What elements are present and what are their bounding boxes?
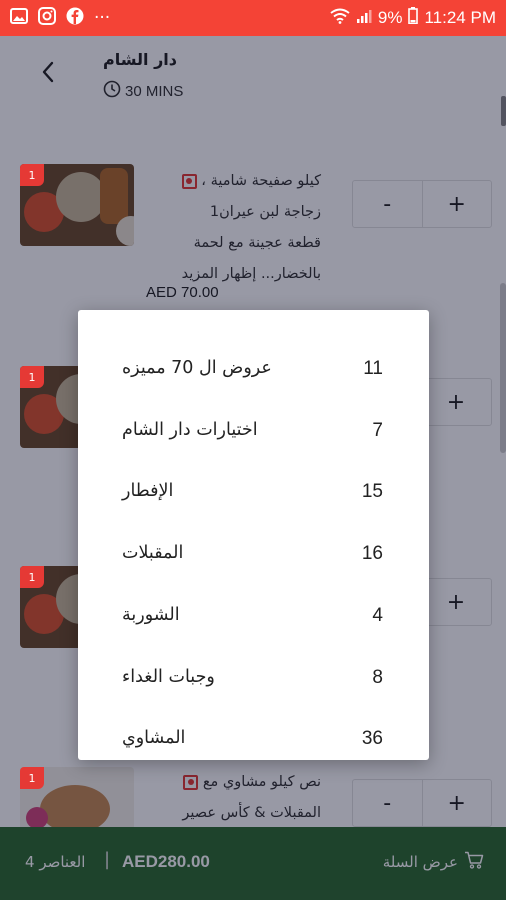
category-name: الإفطار (122, 481, 174, 501)
category-item[interactable]: اختيارات دار الشام 7 (78, 404, 429, 466)
wifi-icon (330, 8, 350, 29)
category-item[interactable]: الشوربة 4 (78, 589, 429, 651)
category-item[interactable]: الإفطار 15 (78, 465, 429, 527)
category-count: 16 (361, 543, 383, 564)
category-count: 15 (361, 481, 383, 502)
quantity-badge: 1 (20, 767, 44, 789)
category-count: 11 (363, 358, 383, 379)
gallery-icon (10, 7, 28, 29)
category-count: 4 (372, 605, 383, 626)
quantity-badge: 1 (20, 366, 44, 388)
battery-percent: 9% (377, 8, 403, 27)
more-notifications: ··· (94, 8, 111, 28)
category-name: المشاوي (122, 728, 186, 748)
category-menu-dialog: عروض ال 70 مميزه 11 اختيارات دار الشام 7… (78, 310, 429, 760)
facebook-icon (66, 7, 84, 30)
quantity-badge: 1 (20, 566, 44, 588)
category-item[interactable]: المقبلات 16 (78, 527, 429, 589)
quantity-badge: 1 (20, 164, 44, 186)
category-name: الشوربة (122, 605, 180, 625)
status-right: 9% 11:24 PM (330, 7, 496, 29)
clock: 11:24 PM (424, 8, 496, 27)
category-name: المقبلات (122, 543, 184, 563)
category-count: 36 (361, 728, 383, 749)
battery-icon (408, 7, 419, 29)
category-name: اختيارات دار الشام (122, 420, 258, 440)
category-count: 7 (372, 420, 383, 441)
category-name: عروض ال 70 مميزه (122, 358, 272, 378)
category-count: 8 (372, 667, 383, 688)
category-item[interactable]: عروض ال 70 مميزه 11 (78, 342, 429, 404)
signal-icon (356, 8, 372, 29)
status-left-icons: ··· (10, 6, 111, 30)
status-bar: ··· 9% 11:24 PM (0, 0, 506, 36)
instagram-icon (38, 6, 56, 30)
category-item[interactable]: وجبات الغداء 8 (78, 651, 429, 713)
category-item[interactable]: المشاوي 36 (78, 712, 429, 760)
category-name: وجبات الغداء (122, 667, 215, 687)
